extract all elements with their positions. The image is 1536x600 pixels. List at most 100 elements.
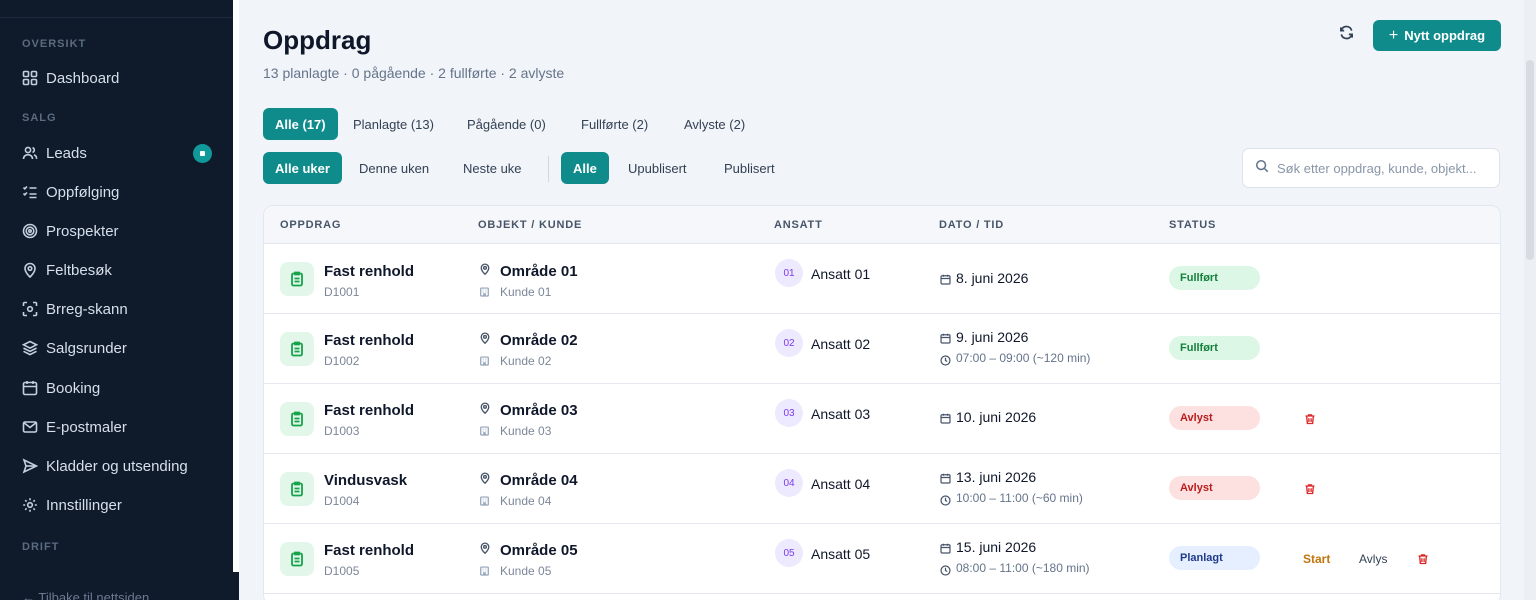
page-summary: 13 planlagte · 0 pågående · 2 fullførte …	[263, 65, 565, 81]
mail-icon	[22, 419, 38, 435]
map-pin-icon	[479, 471, 491, 485]
tab-avlyste[interactable]: Avlyste (2)	[672, 108, 757, 140]
trash-icon[interactable]	[1304, 482, 1316, 495]
map-pin-icon	[479, 541, 491, 555]
calendar-icon	[940, 411, 951, 424]
clipboard-icon	[280, 542, 314, 576]
sidebar-section-salg: SALG	[22, 112, 57, 124]
sidebar-item-oppfolging[interactable]: Oppfølging	[0, 174, 233, 210]
sidebar-item-label: E-postmaler	[46, 418, 127, 436]
map-pin-icon	[479, 262, 491, 276]
sidebar-item-label: Booking	[46, 379, 101, 397]
map-pin-icon	[479, 401, 491, 415]
sidebar-item-label: Salgsrunder	[46, 339, 127, 357]
sidebar-item-innstillinger[interactable]: Innstillinger	[0, 487, 233, 523]
sidebar-section-drift: DRIFT	[22, 541, 60, 553]
tab-planlagte[interactable]: Planlagte (13)	[341, 108, 446, 140]
calendar-icon	[940, 541, 951, 554]
employee-name: Ansatt 03	[811, 406, 871, 422]
customer-name: Kunde 03	[500, 424, 552, 438]
calendar-icon	[940, 471, 951, 484]
tab-pagaende[interactable]: Pågående (0)	[455, 108, 558, 140]
clock-icon	[940, 353, 951, 366]
assignment-date: 13. juni 2026	[956, 469, 1037, 485]
assignment-time: 10:00 – 11:00 (~60 min)	[956, 491, 1083, 505]
clock-icon	[940, 493, 951, 506]
refresh-button[interactable]	[1335, 24, 1357, 46]
tab-fullforte[interactable]: Fullførte (2)	[569, 108, 660, 140]
task-code: D1002	[324, 354, 360, 368]
assignment-time: 07:00 – 09:00 (~120 min)	[956, 351, 1091, 365]
task-name: Fast renhold	[324, 402, 415, 419]
table-row[interactable]: Fast renhold D1001 Område 01 Kunde 01 01…	[264, 244, 1500, 314]
column-header-dato-tid: DATO / TID	[939, 219, 1005, 231]
employee-name: Ansatt 01	[811, 266, 871, 282]
tab-alle[interactable]: Alle (17)	[263, 108, 338, 140]
sidebar: OVERSIKT Dashboard SALG Leads Oppfølging…	[0, 0, 239, 600]
sidebar-item-epostmaler[interactable]: E-postmaler	[0, 409, 233, 445]
sidebar-item-kladder[interactable]: Kladder og utsending	[0, 448, 233, 484]
sidebar-item-booking[interactable]: Booking	[0, 370, 233, 406]
building-icon	[479, 284, 490, 297]
arrow-left-icon: ←	[22, 590, 39, 600]
clipboard-icon	[280, 262, 314, 296]
filter-denne-uken[interactable]: Denne uken	[347, 152, 441, 184]
users-icon	[22, 145, 38, 161]
sidebar-item-label: Innstillinger	[46, 496, 122, 514]
object-name: Område 01	[500, 263, 578, 280]
checklist-icon	[22, 184, 38, 200]
customer-name: Kunde 04	[500, 494, 552, 508]
assignment-date: 9. juni 2026	[956, 329, 1029, 345]
sidebar-item-prospekter[interactable]: Prospekter	[0, 213, 233, 249]
sidebar-item-salgsrunder[interactable]: Salgsrunder	[0, 330, 233, 366]
clipboard-icon	[280, 472, 314, 506]
column-header-status: STATUS	[1169, 219, 1217, 231]
calendar-icon	[22, 380, 38, 396]
column-header-oppdrag: OPPDRAG	[280, 219, 342, 231]
clipboard-icon	[280, 402, 314, 436]
back-link-label: Tilbake til nettsiden	[38, 590, 150, 600]
start-button[interactable]: Start	[1303, 552, 1330, 566]
target-icon	[22, 223, 38, 239]
employee-name: Ansatt 04	[811, 476, 871, 492]
sidebar-edge	[233, 0, 239, 572]
building-icon	[479, 563, 490, 576]
filter-alle-uker[interactable]: Alle uker	[263, 152, 342, 184]
sidebar-item-brreg-skann[interactable]: Brreg-skann	[0, 291, 233, 327]
trash-icon[interactable]	[1417, 552, 1429, 565]
trash-icon[interactable]	[1304, 412, 1316, 425]
task-name: Fast renhold	[324, 332, 415, 349]
filter-publisert[interactable]: Publisert	[712, 152, 787, 184]
sidebar-item-label: Leads	[46, 144, 87, 162]
scan-icon	[22, 301, 38, 317]
status-badge: Fullført	[1169, 336, 1260, 360]
table-row[interactable]: Fast renhold D1003 Område 03 Kunde 03 03…	[264, 384, 1500, 454]
back-to-website-link[interactable]: ← Tilbake til nettsiden	[22, 590, 149, 600]
avatar: 03	[775, 399, 803, 427]
table-row[interactable]: Fast renhold D1002 Område 02 Kunde 02 02…	[264, 314, 1500, 384]
table-row[interactable]: Fast renhold D1005 Område 05 Kunde 05 05…	[264, 524, 1500, 594]
column-header-objekt-kunde: OBJEKT / KUNDE	[478, 219, 583, 231]
assignment-date: 10. juni 2026	[956, 409, 1037, 425]
new-assignment-button[interactable]: + Nytt oppdrag	[1373, 20, 1501, 51]
sidebar-item-label: Feltbesøk	[46, 261, 112, 279]
plus-icon: +	[1388, 26, 1399, 44]
map-pin-icon	[479, 331, 491, 345]
cancel-assignment-button[interactable]: Avlys	[1359, 552, 1387, 566]
object-name: Område 04	[500, 472, 578, 489]
building-icon	[479, 423, 490, 436]
customer-name: Kunde 02	[500, 354, 552, 368]
filter-neste-uke[interactable]: Neste uke	[451, 152, 534, 184]
sidebar-item-dashboard[interactable]: Dashboard	[0, 60, 233, 96]
sidebar-item-feltbesok[interactable]: Feltbesøk	[0, 252, 233, 288]
grid-icon	[22, 70, 38, 86]
table-row[interactable]: Vindusvask D1004 Område 04 Kunde 04 04 A…	[264, 454, 1500, 524]
filter-upublisert[interactable]: Upublisert	[616, 152, 699, 184]
column-header-ansatt: ANSATT	[774, 219, 823, 231]
scrollbar-thumb[interactable]	[1526, 60, 1534, 260]
search-input[interactable]	[1277, 160, 1497, 176]
object-name: Område 05	[500, 542, 578, 559]
employee-name: Ansatt 02	[811, 336, 871, 352]
avatar: 05	[775, 539, 803, 567]
filter-alle[interactable]: Alle	[561, 152, 609, 184]
